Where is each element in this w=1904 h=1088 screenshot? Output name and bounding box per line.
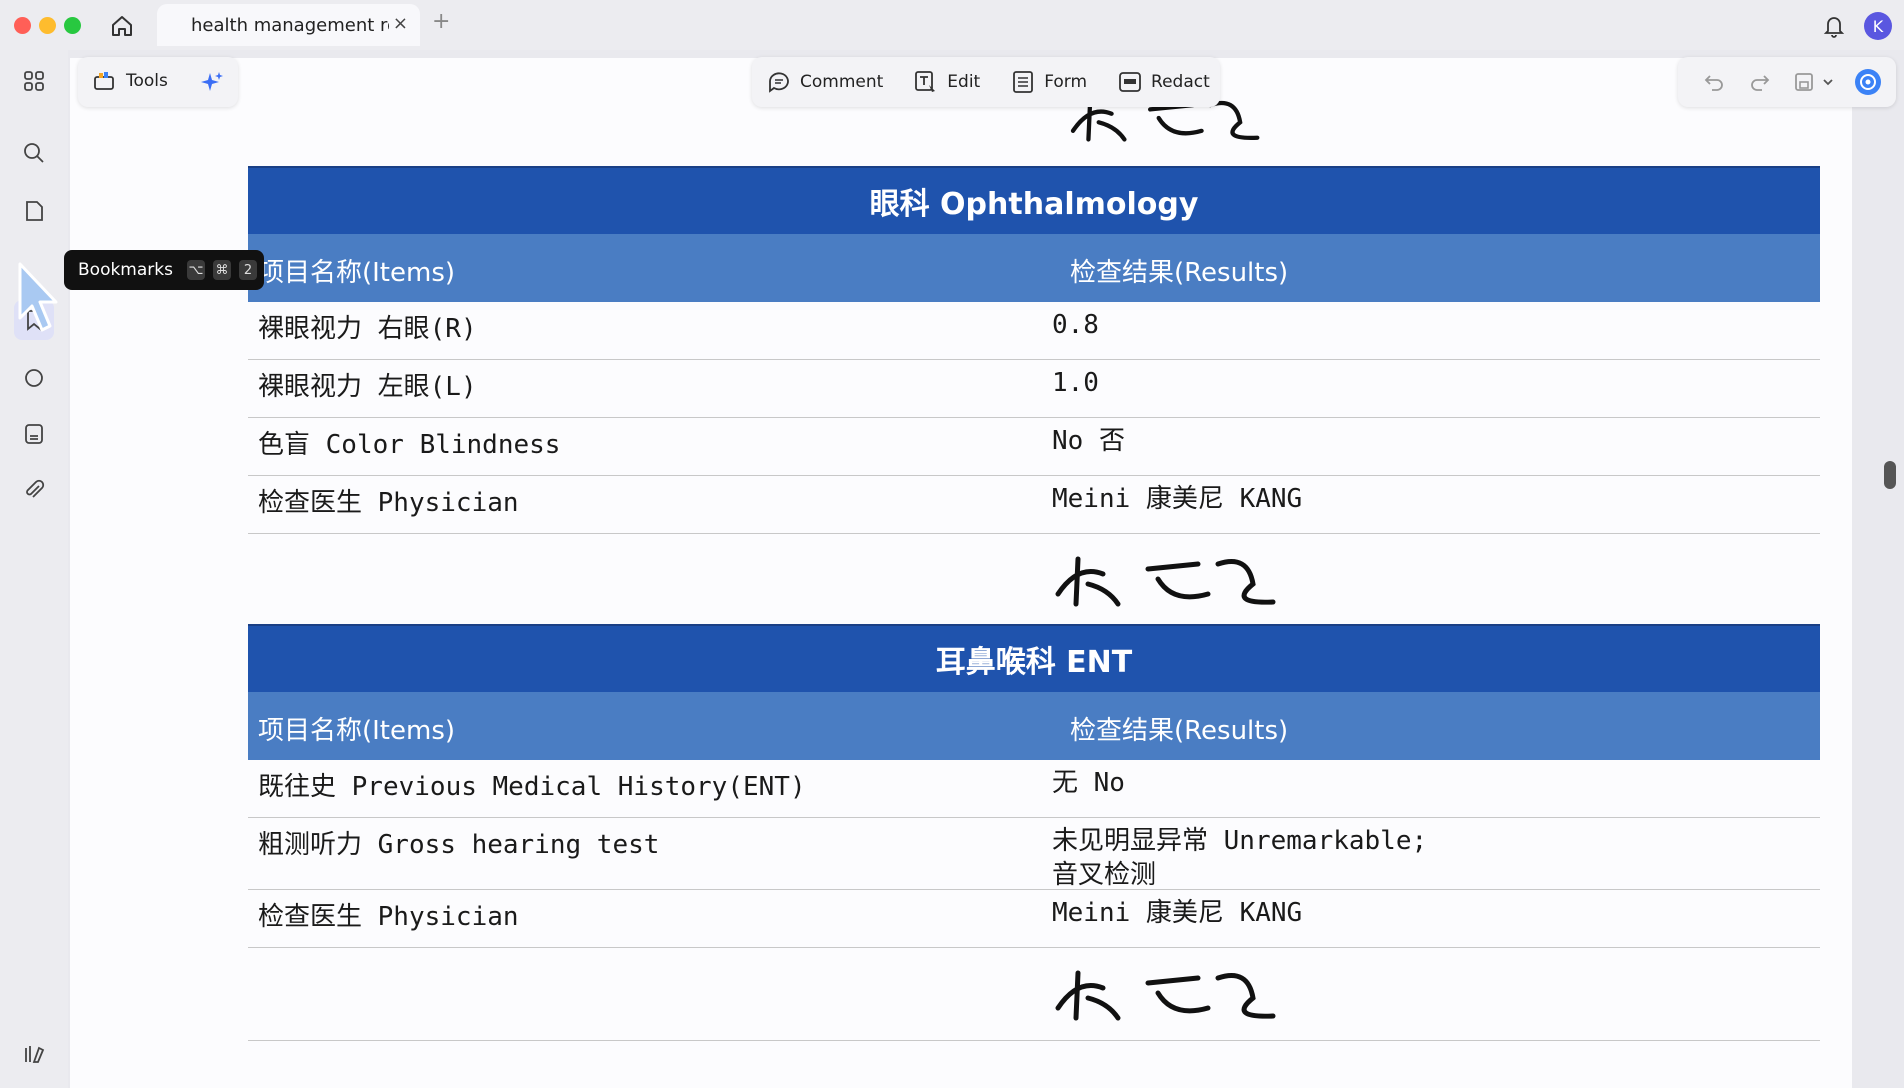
column-header-row: 项目名称(Items) 检查结果(Results) [248, 692, 1820, 760]
bookmarks-tooltip: Bookmarks ⌥ ⌘ 2 [64, 250, 264, 290]
ai-assistant-icon[interactable] [1854, 68, 1882, 96]
edit-icon [915, 71, 936, 92]
signature-row [248, 948, 1820, 1041]
row-result-line2: 音叉检测 [1052, 860, 1157, 890]
toolbox-icon [94, 72, 114, 90]
undo-icon[interactable] [1702, 70, 1726, 94]
row-result: Meini 康美尼 KANG [1052, 484, 1303, 514]
table-row: 检查医生 Physician Meini 康美尼 KANG [248, 890, 1820, 948]
comment-button[interactable]: Comment [766, 69, 883, 95]
physician-signature-image [1055, 970, 1276, 1021]
form-label: Form [1044, 72, 1088, 92]
save-icon[interactable] [1792, 70, 1816, 94]
table-row: 粗测听力 Gross hearing test 未见明显异常 Unremarka… [248, 818, 1820, 890]
history-toolbar [1678, 57, 1896, 107]
row-result: 无 No [1052, 768, 1125, 798]
row-result: Meini 康美尼 KANG [1052, 898, 1303, 928]
table-row: 裸眼视力 左眼(L) 1.0 [248, 360, 1820, 418]
tools-toolbar: Tools [78, 57, 238, 107]
title-bar: health management repo × + K [0, 0, 1904, 50]
shortcut-key-2: 2 [238, 260, 257, 280]
column-header-items: 项目名称(Items) [258, 716, 456, 746]
form-icon [1013, 71, 1034, 93]
search-icon[interactable] [20, 139, 48, 167]
left-sidebar [0, 50, 68, 1088]
redact-icon [1119, 72, 1141, 92]
row-result-line1: 未见明显异常 Unremarkable; [1052, 826, 1428, 856]
tooltip-label: Bookmarks [78, 260, 173, 280]
row-result: 0.8 [1052, 310, 1099, 340]
user-avatar[interactable]: K [1864, 12, 1892, 40]
tab-title: health management repo [191, 14, 389, 36]
document-tab[interactable]: health management repo × [157, 4, 420, 46]
row-item: 粗测听力 Gross hearing test [258, 830, 660, 860]
column-header-results: 检查结果(Results) [1070, 258, 1289, 288]
row-item: 色盲 Color Blindness [258, 430, 561, 460]
document-viewport[interactable]: 眼科 Ophthalmology 项目名称(Items) 检查结果(Result… [70, 58, 1852, 1088]
section-title: 眼科 Ophthalmology [248, 166, 1820, 234]
redact-label: Redact [1151, 72, 1210, 92]
library-icon[interactable] [20, 1040, 48, 1068]
row-item: 检查医生 Physician [258, 488, 519, 518]
tools-button[interactable]: Tools [92, 69, 168, 93]
mouse-cursor-icon [18, 262, 58, 332]
shortcut-key-command: ⌘ [212, 260, 231, 280]
attachment-icon[interactable] [20, 476, 48, 504]
redact-button[interactable]: Redact [1117, 69, 1210, 95]
form-button[interactable]: Form [1010, 69, 1087, 95]
table-row: 既往史 Previous Medical History(ENT) 无 No [248, 760, 1820, 818]
edit-button[interactable]: Edit [913, 69, 980, 95]
home-icon[interactable] [108, 12, 136, 40]
row-result: 未见明显异常 Unremarkable; 音叉检测 [1052, 824, 1427, 892]
tab-close-icon[interactable]: × [393, 15, 408, 33]
row-item: 裸眼视力 左眼(L) [258, 372, 477, 402]
redo-icon[interactable] [1748, 70, 1772, 94]
row-result: No 否 [1052, 426, 1125, 456]
row-result: 1.0 [1052, 368, 1099, 398]
row-item: 既往史 Previous Medical History(ENT) [258, 772, 806, 802]
edit-toolbar: Comment Edit Form Redact [752, 57, 1220, 107]
new-tab-button[interactable]: + [432, 11, 450, 33]
chevron-down-icon[interactable] [1820, 70, 1836, 94]
stamp-icon[interactable] [20, 364, 48, 392]
comment-label: Comment [800, 72, 884, 92]
document-icon[interactable] [20, 420, 48, 448]
ent-table: 耳鼻喉科 ENT 项目名称(Items) 检查结果(Results) 既往史 P… [248, 624, 1820, 1041]
close-window-button[interactable] [14, 17, 31, 34]
row-item: 检查医生 Physician [258, 902, 519, 932]
ai-sparkle-icon[interactable] [198, 69, 226, 97]
zoom-window-button[interactable] [64, 17, 81, 34]
physician-signature-image [1055, 556, 1276, 607]
grid-icon[interactable] [20, 67, 48, 95]
shortcut-key-option: ⌥ [186, 260, 205, 280]
scrollbar-thumb[interactable] [1884, 461, 1896, 489]
bell-icon[interactable] [1820, 12, 1848, 40]
column-header-results: 检查结果(Results) [1070, 716, 1289, 746]
scrollbar-track[interactable] [1856, 58, 1904, 1088]
tools-label: Tools [126, 71, 168, 91]
row-item: 裸眼视力 右眼(R) [258, 314, 477, 344]
section-title: 耳鼻喉科 ENT [248, 624, 1820, 692]
page-icon[interactable] [20, 197, 48, 225]
comment-icon [769, 72, 789, 93]
signature-row [248, 534, 1820, 627]
table-row: 色盲 Color Blindness No 否 [248, 418, 1820, 476]
table-row: 裸眼视力 右眼(R) 0.8 [248, 302, 1820, 360]
table-row: 检查医生 Physician Meini 康美尼 KANG [248, 476, 1820, 534]
minimize-window-button[interactable] [39, 17, 56, 34]
column-header-items: 项目名称(Items) [258, 258, 456, 288]
ophthalmology-table: 眼科 Ophthalmology 项目名称(Items) 检查结果(Result… [248, 166, 1820, 627]
column-header-row: 项目名称(Items) 检查结果(Results) [248, 234, 1820, 302]
edit-label: Edit [947, 72, 981, 92]
